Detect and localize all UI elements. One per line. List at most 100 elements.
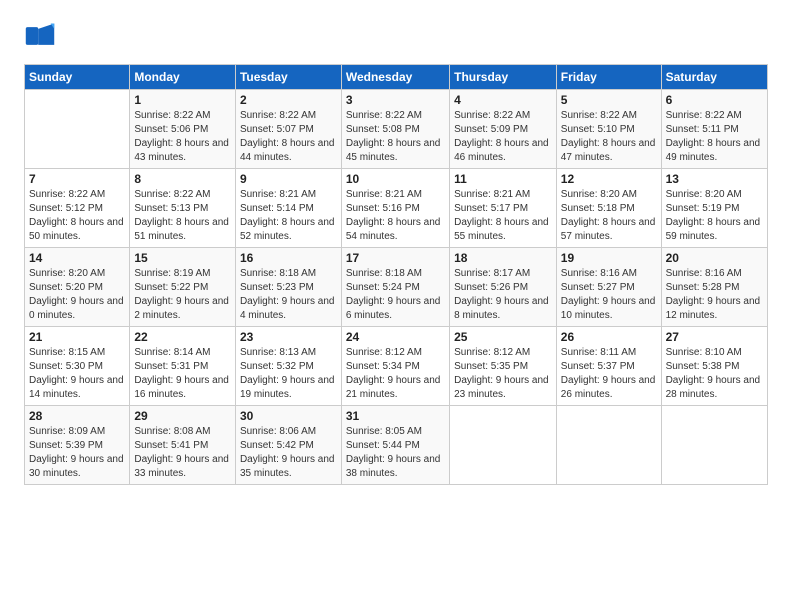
day-number: 18 [454,251,552,265]
day-info: Sunrise: 8:05 AMSunset: 5:44 PMDaylight:… [346,425,445,481]
day-number: 15 [134,251,231,265]
day-info: Sunrise: 8:21 AMSunset: 5:16 PMDaylight:… [346,188,445,244]
day-cell: 22 Sunrise: 8:14 AMSunset: 5:31 PMDayligh… [130,327,236,406]
day-number: 9 [240,172,337,186]
calendar-table: SundayMondayTuesdayWednesdayThursdayFrid… [24,64,768,485]
day-cell: 14 Sunrise: 8:20 AMSunset: 5:20 PMDayligh… [25,248,130,327]
day-info: Sunrise: 8:14 AMSunset: 5:31 PMDaylight:… [134,346,231,402]
day-number: 27 [666,330,763,344]
day-cell: 3 Sunrise: 8:22 AMSunset: 5:08 PMDaylight… [341,90,449,169]
day-number: 11 [454,172,552,186]
day-info: Sunrise: 8:20 AMSunset: 5:19 PMDaylight:… [666,188,763,244]
day-number: 1 [134,93,231,107]
day-cell: 23Sunrise: 8:13 AMSunset: 5:32 PMDayligh… [235,327,341,406]
day-info: Sunrise: 8:11 AMSunset: 5:37 PMDaylight:… [561,346,657,402]
day-cell [661,406,767,485]
day-cell: 4 Sunrise: 8:22 AMSunset: 5:09 PMDaylight… [450,90,557,169]
day-number: 13 [666,172,763,186]
day-number: 7 [29,172,125,186]
day-cell: 13 Sunrise: 8:20 AMSunset: 5:19 PMDayligh… [661,169,767,248]
day-cell: 7Sunrise: 8:22 AMSunset: 5:12 PMDaylight… [25,169,130,248]
day-cell: 15Sunrise: 8:19 AMSunset: 5:22 PMDayligh… [130,248,236,327]
day-cell: 26 Sunrise: 8:11 AMSunset: 5:37 PMDayligh… [556,327,661,406]
weekday-header-thursday: Thursday [450,65,557,90]
day-info: Sunrise: 8:18 AMSunset: 5:23 PMDaylight:… [240,267,337,323]
day-info: Sunrise: 8:21 AMSunset: 5:14 PMDaylight:… [240,188,337,244]
day-info: Sunrise: 8:12 AMSunset: 5:35 PMDaylight:… [454,346,552,402]
day-info: Sunrise: 8:22 AMSunset: 5:13 PMDaylight:… [134,188,231,244]
day-cell: 2 Sunrise: 8:22 AMSunset: 5:07 PMDaylight… [235,90,341,169]
day-number: 3 [346,93,445,107]
day-cell: 8 Sunrise: 8:22 AMSunset: 5:13 PMDaylight… [130,169,236,248]
day-cell [450,406,557,485]
day-info: Sunrise: 8:06 AMSunset: 5:42 PMDaylight:… [240,425,337,481]
day-number: 2 [240,93,337,107]
day-number: 12 [561,172,657,186]
day-number: 26 [561,330,657,344]
day-number: 17 [346,251,445,265]
day-number: 28 [29,409,125,423]
day-cell: 9 Sunrise: 8:21 AMSunset: 5:14 PMDaylight… [235,169,341,248]
day-info: Sunrise: 8:10 AMSunset: 5:38 PMDaylight:… [666,346,763,402]
day-info: Sunrise: 8:18 AMSunset: 5:24 PMDaylight:… [346,267,445,323]
day-info: Sunrise: 8:22 AMSunset: 5:10 PMDaylight:… [561,109,657,165]
day-info: Sunrise: 8:22 AMSunset: 5:08 PMDaylight:… [346,109,445,165]
day-info: Sunrise: 8:22 AMSunset: 5:11 PMDaylight:… [666,109,763,165]
day-info: Sunrise: 8:22 AMSunset: 5:07 PMDaylight:… [240,109,337,165]
day-cell: 1Sunrise: 8:22 AMSunset: 5:06 PMDaylight… [130,90,236,169]
day-info: Sunrise: 8:17 AMSunset: 5:26 PMDaylight:… [454,267,552,323]
day-cell: 20 Sunrise: 8:16 AMSunset: 5:28 PMDayligh… [661,248,767,327]
day-cell: 29 Sunrise: 8:08 AMSunset: 5:41 PMDayligh… [130,406,236,485]
day-number: 5 [561,93,657,107]
day-cell: 25Sunrise: 8:12 AMSunset: 5:35 PMDayligh… [450,327,557,406]
day-info: Sunrise: 8:08 AMSunset: 5:41 PMDaylight:… [134,425,231,481]
weekday-header-tuesday: Tuesday [235,65,341,90]
week-row-3: 14 Sunrise: 8:20 AMSunset: 5:20 PMDayligh… [25,248,768,327]
day-cell [25,90,130,169]
day-cell: 12 Sunrise: 8:20 AMSunset: 5:18 PMDayligh… [556,169,661,248]
day-info: Sunrise: 8:09 AMSunset: 5:39 PMDaylight:… [29,425,125,481]
day-info: Sunrise: 8:20 AMSunset: 5:20 PMDaylight:… [29,267,125,323]
day-number: 8 [134,172,231,186]
day-cell: 19Sunrise: 8:16 AMSunset: 5:27 PMDayligh… [556,248,661,327]
day-info: Sunrise: 8:21 AMSunset: 5:17 PMDaylight:… [454,188,552,244]
weekday-header-friday: Friday [556,65,661,90]
week-row-5: 28 Sunrise: 8:09 AMSunset: 5:39 PMDayligh… [25,406,768,485]
day-cell: 28 Sunrise: 8:09 AMSunset: 5:39 PMDayligh… [25,406,130,485]
day-cell: 30 Sunrise: 8:06 AMSunset: 5:42 PMDayligh… [235,406,341,485]
day-number: 14 [29,251,125,265]
day-number: 19 [561,251,657,265]
weekday-header-wednesday: Wednesday [341,65,449,90]
day-cell: 5 Sunrise: 8:22 AMSunset: 5:10 PMDaylight… [556,90,661,169]
day-cell: 31 Sunrise: 8:05 AMSunset: 5:44 PMDayligh… [341,406,449,485]
day-cell: 18 Sunrise: 8:17 AMSunset: 5:26 PMDayligh… [450,248,557,327]
week-row-4: 21Sunrise: 8:15 AMSunset: 5:30 PMDayligh… [25,327,768,406]
day-number: 4 [454,93,552,107]
day-number: 20 [666,251,763,265]
day-number: 29 [134,409,231,423]
day-number: 6 [666,93,763,107]
day-number: 16 [240,251,337,265]
calendar-page: SundayMondayTuesdayWednesdayThursdayFrid… [0,0,792,612]
day-cell: 10Sunrise: 8:21 AMSunset: 5:16 PMDayligh… [341,169,449,248]
week-row-1: 1Sunrise: 8:22 AMSunset: 5:06 PMDaylight… [25,90,768,169]
header [24,20,768,52]
day-number: 24 [346,330,445,344]
day-number: 31 [346,409,445,423]
logo [24,20,60,52]
day-number: 23 [240,330,337,344]
logo-icon [24,20,56,52]
day-info: Sunrise: 8:20 AMSunset: 5:18 PMDaylight:… [561,188,657,244]
day-info: Sunrise: 8:12 AMSunset: 5:34 PMDaylight:… [346,346,445,402]
day-cell: 24 Sunrise: 8:12 AMSunset: 5:34 PMDayligh… [341,327,449,406]
weekday-header-monday: Monday [130,65,236,90]
day-info: Sunrise: 8:16 AMSunset: 5:28 PMDaylight:… [666,267,763,323]
day-cell: 27 Sunrise: 8:10 AMSunset: 5:38 PMDayligh… [661,327,767,406]
weekday-header-row: SundayMondayTuesdayWednesdayThursdayFrid… [25,65,768,90]
day-info: Sunrise: 8:22 AMSunset: 5:09 PMDaylight:… [454,109,552,165]
day-cell: 16 Sunrise: 8:18 AMSunset: 5:23 PMDayligh… [235,248,341,327]
day-cell: 17 Sunrise: 8:18 AMSunset: 5:24 PMDayligh… [341,248,449,327]
weekday-header-sunday: Sunday [25,65,130,90]
day-number: 30 [240,409,337,423]
day-number: 22 [134,330,231,344]
